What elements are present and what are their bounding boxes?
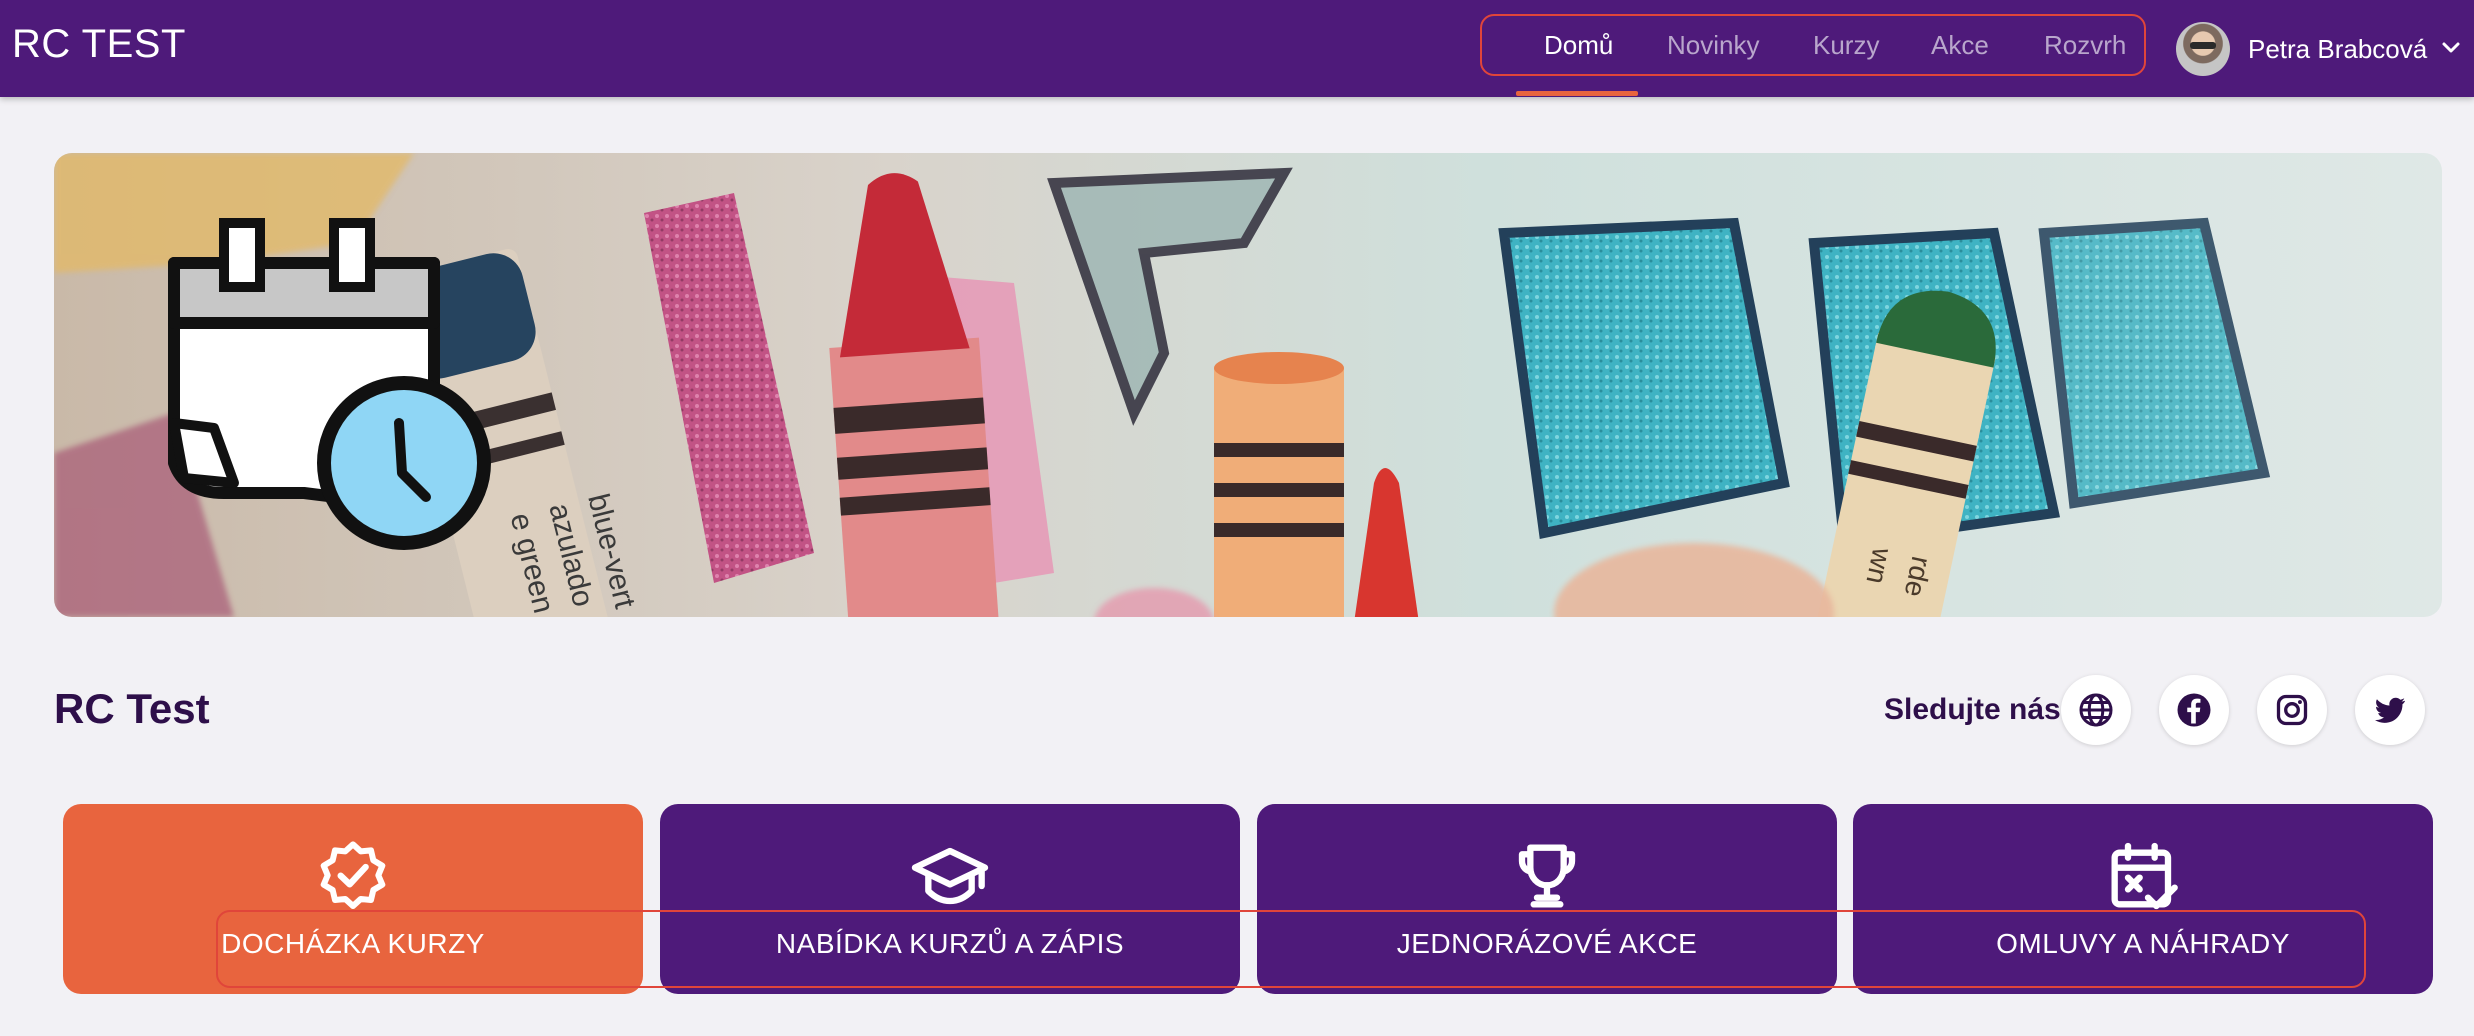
chevron-down-icon[interactable]: [2438, 30, 2464, 66]
nav-item-rozvrh[interactable]: Rozvrh: [2044, 30, 2126, 61]
app-title[interactable]: RC TEST: [12, 22, 186, 67]
calendar-clock-icon: [168, 218, 491, 550]
active-tab-indicator: [1516, 91, 1638, 96]
tile-label: DOCHÁZKA KURZY: [221, 928, 485, 959]
social-instagram-button[interactable]: [2257, 675, 2327, 745]
tile-omluvy-a-nahrady[interactable]: OMLUVY A NÁHRADY: [1853, 804, 2433, 994]
nav-item-novinky[interactable]: Novinky: [1667, 30, 1759, 61]
social-facebook-button[interactable]: [2159, 675, 2229, 745]
globe-icon: [2079, 693, 2113, 727]
tile-label: JEDNORÁZOVÉ AKCE: [1396, 928, 1698, 959]
hero-banner: e green azulado blue-vert wn rde: [54, 153, 2442, 617]
user-menu[interactable]: Petra Brabcová: [2176, 20, 2466, 76]
tile-label: OMLUVY A NÁHRADY: [1996, 928, 2290, 959]
tile-jednorazove-akce[interactable]: JEDNORÁZOVÉ AKCE: [1257, 804, 1837, 994]
trophy-icon: [1518, 844, 1576, 908]
tile-dochazka-kurzy[interactable]: DOCHÁZKA KURZY: [63, 804, 643, 994]
nav-item-akce[interactable]: Akce: [1931, 30, 1989, 61]
graduation-cap-icon: [911, 847, 989, 905]
user-avatar-photo[interactable]: [2176, 22, 2230, 76]
social-globe-button[interactable]: [2061, 675, 2131, 745]
top-app-bar: RC TEST Domů Novinky Kurzy Akce Rozvrh P…: [0, 0, 2474, 97]
tile-label: NABÍDKA KURZŮ A ZÁPIS: [775, 928, 1125, 959]
crayons-photo: e green azulado blue-vert wn rde: [54, 153, 2442, 617]
instagram-icon: [2276, 694, 2308, 726]
calendar-x-icon: [2111, 842, 2178, 910]
nav-item-kurzy[interactable]: Kurzy: [1813, 30, 1879, 61]
facebook-icon: [2177, 693, 2211, 727]
user-name[interactable]: Petra Brabcová: [2248, 34, 2427, 65]
badge-check-icon: [320, 841, 386, 909]
page-title: RC Test: [54, 685, 210, 732]
tile-nabidka-kurzu[interactable]: NABÍDKA KURZŮ A ZÁPIS: [660, 804, 1240, 994]
social-twitter-button[interactable]: [2355, 675, 2425, 745]
follow-us-label: Sledujte nás:: [1884, 693, 2071, 726]
nav-item-domu[interactable]: Domů: [1544, 30, 1613, 61]
twitter-icon: [2375, 697, 2405, 723]
